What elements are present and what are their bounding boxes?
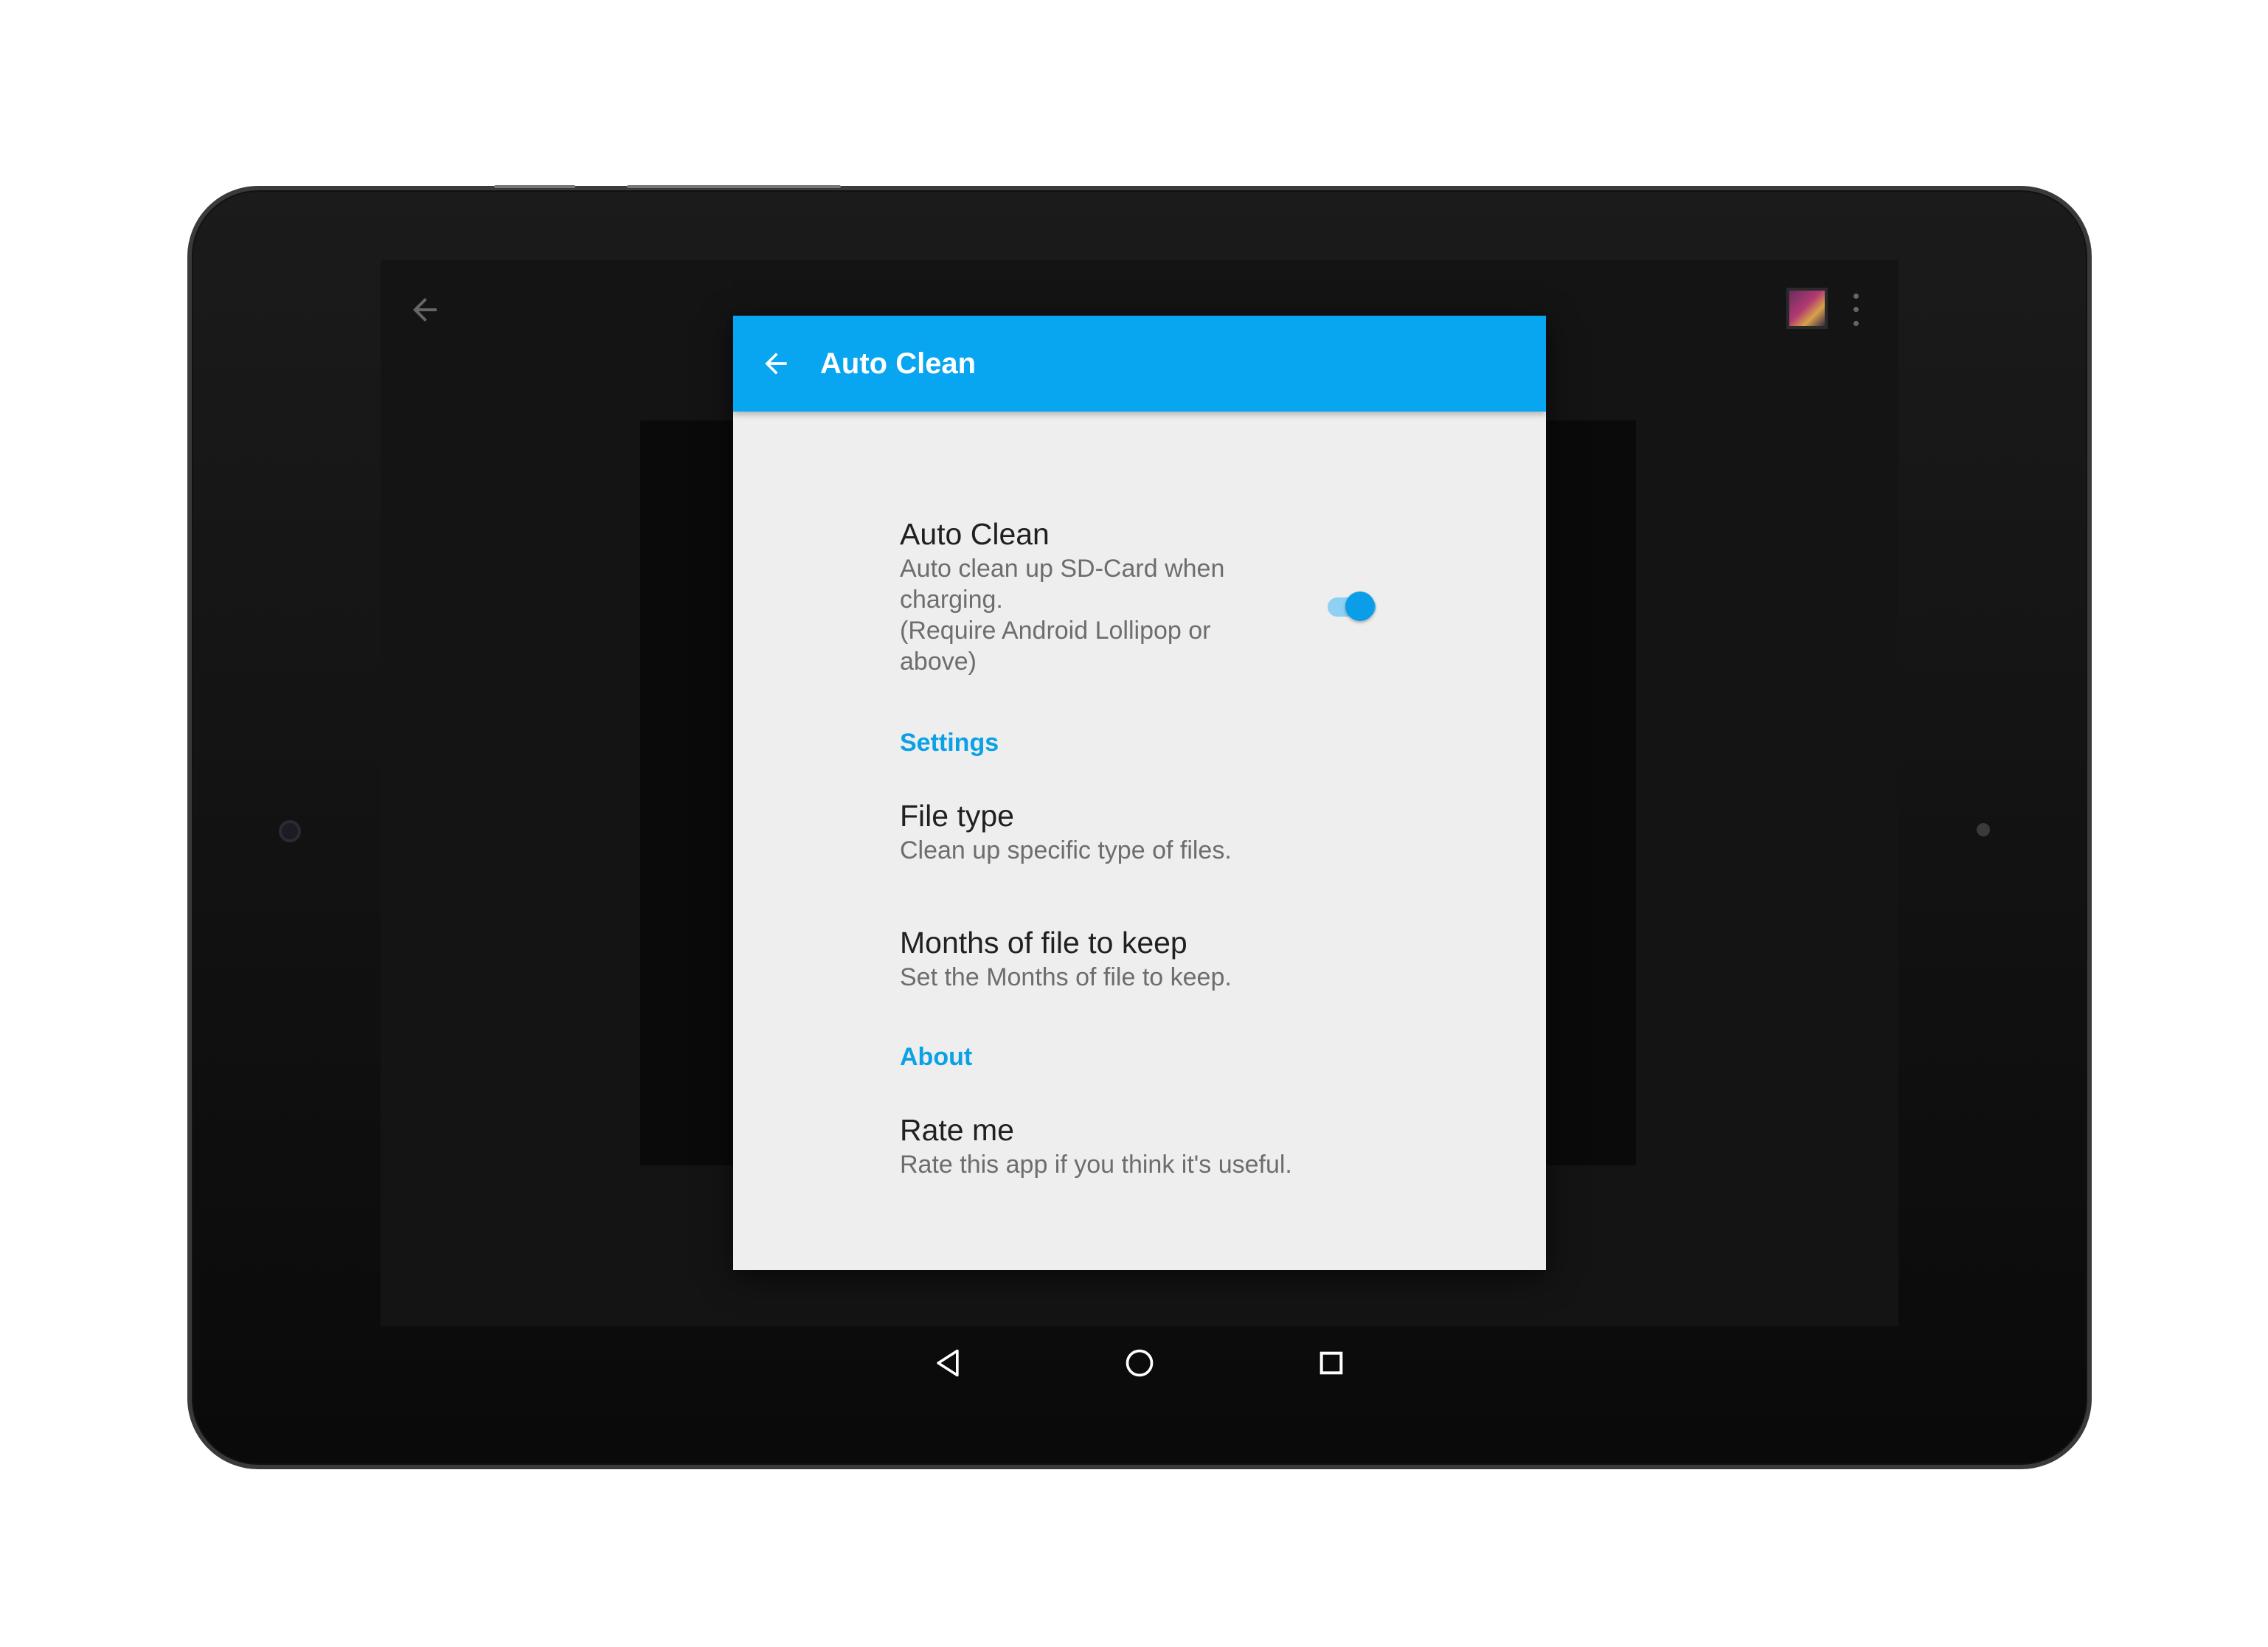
pref-title: Rate me — [900, 1113, 1014, 1147]
pref-title: File type — [900, 799, 1014, 833]
background-back-icon[interactable] — [407, 292, 443, 327]
background-thumbnail[interactable] — [1786, 288, 1828, 329]
category-about: About — [900, 1043, 973, 1071]
triangle-back-icon[interactable] — [922, 1337, 974, 1389]
switch-thumb — [1345, 592, 1375, 621]
pref-summary: Rate this app if you think it's useful. — [900, 1151, 1292, 1179]
pref-auto-clean[interactable]: Auto Clean Auto clean up SD-Card when ch… — [900, 515, 1224, 677]
light-sensor — [1977, 823, 1990, 836]
auto-clean-switch[interactable] — [1323, 587, 1381, 624]
toolbar: Auto Clean — [733, 316, 1546, 412]
pref-title: Months of file to keep — [900, 926, 1187, 960]
square-recents-icon[interactable] — [1305, 1337, 1357, 1389]
pref-summary: Set the Months of file to keep. — [900, 963, 1232, 991]
volume-button — [494, 185, 575, 188]
arrow-left-icon[interactable] — [754, 341, 798, 386]
circle-home-icon[interactable] — [1114, 1337, 1165, 1389]
power-button — [627, 185, 841, 188]
category-settings: Settings — [900, 729, 999, 757]
pref-summary: Auto clean up SD-Card when charging. (Re… — [900, 555, 1225, 676]
front-camera — [279, 820, 301, 842]
pref-summary: Clean up specific type of files. — [900, 836, 1232, 864]
system-navigation-bar — [381, 1326, 1898, 1400]
pref-rate-me[interactable]: Rate me Rate this app if you think it's … — [900, 1111, 1292, 1180]
pref-months-to-keep[interactable]: Months of file to keep Set the Months of… — [900, 923, 1232, 993]
overflow-menu-icon[interactable] — [1848, 289, 1863, 330]
pref-title: Auto Clean — [900, 517, 1050, 551]
pref-file-type[interactable]: File type Clean up specific type of file… — [900, 797, 1232, 866]
auto-clean-dialog: Auto Clean Auto Clean Auto clean up SD-C… — [733, 316, 1546, 1270]
toolbar-title: Auto Clean — [820, 347, 977, 380]
